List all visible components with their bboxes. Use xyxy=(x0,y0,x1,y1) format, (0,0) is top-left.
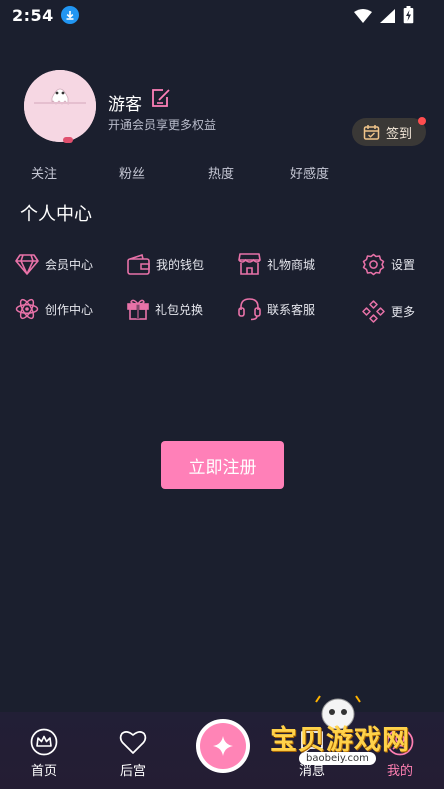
vip-promo-text[interactable]: 开通会员享更多权益 xyxy=(108,116,216,133)
heart-icon xyxy=(119,728,147,756)
battery-icon xyxy=(403,6,414,28)
calendar-icon xyxy=(363,124,380,141)
menu-label: 我的钱包 xyxy=(156,258,205,272)
section-title: 个人中心 xyxy=(20,204,92,225)
menu-settings[interactable]: 设置 xyxy=(362,253,415,276)
wallet-icon xyxy=(127,254,150,275)
menu-more[interactable]: 更多 xyxy=(362,300,415,323)
store-icon xyxy=(238,253,261,275)
status-time: 2:54 xyxy=(12,5,54,25)
checkin-label: 签到 xyxy=(386,126,413,142)
nav-home[interactable]: 首页 xyxy=(30,728,58,779)
menu-label: 礼物商城 xyxy=(267,257,316,272)
nav-harem[interactable]: 后宫 xyxy=(119,728,147,779)
menu-label: 创作中心 xyxy=(45,302,94,317)
diamond-icon xyxy=(15,253,39,275)
nav-label: 后宫 xyxy=(119,764,146,779)
gift-icon xyxy=(127,298,149,320)
status-bar: 2:54 xyxy=(0,0,444,30)
nav-label: 首页 xyxy=(30,764,57,779)
edit-icon[interactable] xyxy=(150,87,172,113)
menu-vip-center[interactable]: 会员中心 xyxy=(15,253,93,275)
menu-gift-store[interactable]: 礼物商城 xyxy=(238,253,315,275)
sparkle-icon xyxy=(212,735,234,757)
stat-affection[interactable]: 好感度 xyxy=(290,163,329,182)
menu-label: 会员中心 xyxy=(45,257,94,272)
watermark-url: baobeiy.com xyxy=(299,752,376,765)
ghost-avatar-image xyxy=(24,70,96,142)
menu-customer-service[interactable]: 联系客服 xyxy=(238,297,315,321)
more-diamonds-icon xyxy=(362,300,385,323)
gear-icon xyxy=(362,253,385,276)
download-icon xyxy=(60,6,79,24)
menu-label: 礼包兑换 xyxy=(155,302,204,317)
checkin-button[interactable]: 签到 xyxy=(352,117,426,146)
watermark-logo: 宝贝游戏网 baobeiy.com xyxy=(262,688,444,788)
stat-fans[interactable]: 粉丝 xyxy=(119,163,145,182)
menu-gift-redeem[interactable]: 礼包兑换 xyxy=(127,298,203,320)
signal-icon xyxy=(380,8,395,27)
stat-following[interactable]: 关注 xyxy=(31,163,57,182)
menu-label: 设置 xyxy=(391,258,416,272)
headset-icon xyxy=(238,297,261,321)
stat-popularity[interactable]: 热度 xyxy=(208,163,234,182)
notification-dot xyxy=(418,117,426,125)
avatar-badge xyxy=(63,137,73,143)
menu-creator-center[interactable]: 创作中心 xyxy=(15,297,93,321)
menu-label: 联系客服 xyxy=(267,302,316,317)
menu-wallet[interactable]: 我的钱包 xyxy=(127,254,204,275)
register-button[interactable]: 立即注册 xyxy=(161,441,284,489)
username: 游客 xyxy=(108,95,142,115)
crown-icon xyxy=(30,728,58,756)
center-action-button[interactable] xyxy=(196,719,250,773)
menu-label: 更多 xyxy=(391,305,416,319)
wifi-icon xyxy=(354,8,372,27)
avatar[interactable] xyxy=(24,70,96,142)
atom-icon xyxy=(15,297,39,321)
center-action-inner xyxy=(200,723,246,769)
